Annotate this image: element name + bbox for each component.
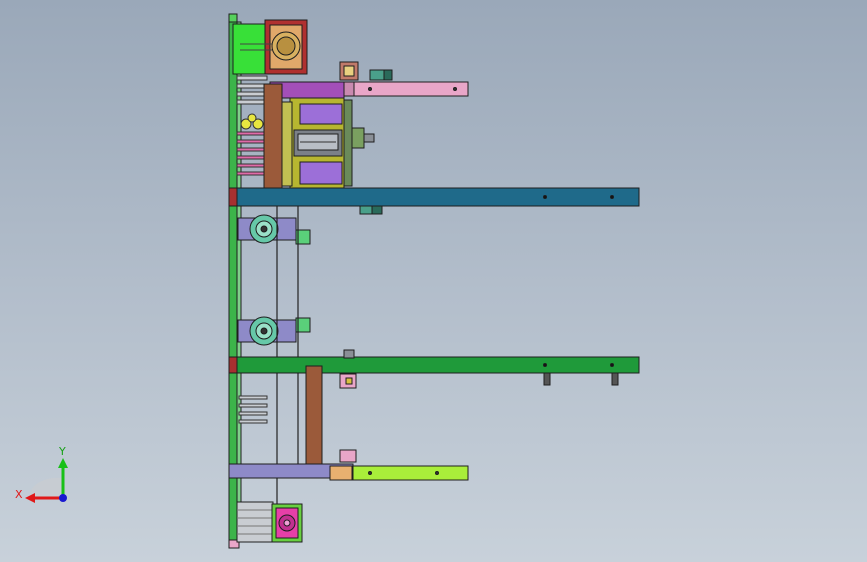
green-cross-beam	[228, 349, 640, 389]
lower-rails	[238, 395, 268, 424]
top-motor-assembly	[232, 19, 308, 75]
coordinate-triad: Y X	[15, 445, 68, 503]
roller-assembly-upper	[237, 214, 311, 245]
y-axis-arrowhead	[58, 458, 68, 468]
gear-cluster	[240, 113, 264, 130]
machine-assembly-drawing: Y X	[15, 13, 640, 549]
blue-cross-beam	[228, 187, 640, 215]
upper-link-arm	[263, 83, 283, 197]
bottom-arm	[228, 449, 469, 481]
x-axis-label: X	[15, 488, 23, 501]
central-mechanism	[269, 61, 469, 207]
roller-assembly-lower	[237, 316, 311, 346]
lower-link-arm	[305, 365, 323, 475]
y-axis-label: Y	[58, 445, 66, 458]
cad-viewport[interactable]: Y X	[0, 0, 867, 562]
bottom-motor-assembly	[236, 501, 303, 543]
z-axis-dot	[59, 494, 67, 502]
